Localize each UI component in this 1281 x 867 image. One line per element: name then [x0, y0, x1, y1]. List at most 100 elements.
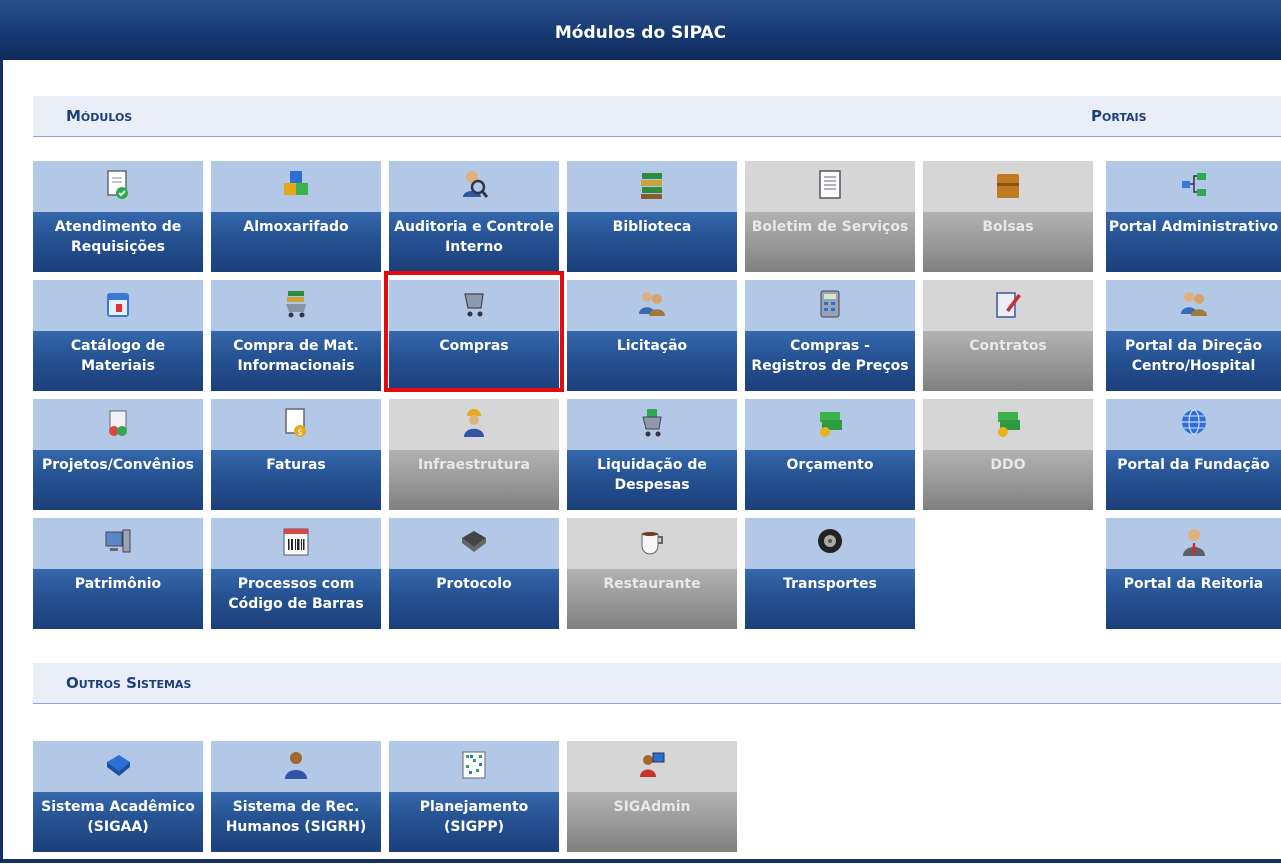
- books-icon: [641, 173, 662, 199]
- system-label: (SIGAA): [87, 819, 149, 835]
- module-label: Registros de Preços: [751, 358, 909, 374]
- module-auditoria[interactable]: Auditoria e Controle Interno: [389, 161, 559, 272]
- module-label: Projetos/Convênios: [41, 457, 195, 473]
- module-catalogo-materiais[interactable]: Catálogo de Materiais: [33, 280, 203, 391]
- module-label: Despesas: [614, 477, 690, 493]
- section-outros-header: Outros Sistemas: [33, 663, 1281, 704]
- module-infraestrutura[interactable]: Infraestrutura: [389, 399, 559, 510]
- module-restaurante[interactable]: Restaurante: [567, 518, 737, 629]
- module-ddo[interactable]: DDO: [923, 399, 1093, 510]
- module-bolsas[interactable]: Bolsas: [923, 161, 1093, 272]
- blocks-icon: [284, 171, 308, 195]
- module-label: Código de Barras: [228, 596, 364, 612]
- module-protocolo[interactable]: Protocolo: [389, 518, 559, 629]
- invoice-icon: $: [285, 408, 306, 438]
- module-label: Informacionais: [237, 358, 355, 374]
- people-icon: [639, 292, 665, 316]
- section-modulos-label: Módulos: [66, 107, 133, 125]
- module-boletim-servicos[interactable]: Boletim de Serviços: [745, 161, 915, 272]
- magnifier-person-icon: [463, 171, 488, 198]
- module-processos-codigo-barras[interactable]: Processos com Código de Barras: [211, 518, 381, 629]
- module-label: Faturas: [266, 457, 326, 473]
- globe-icon: [1181, 409, 1206, 435]
- portal-label: Portal da Direção: [1124, 338, 1263, 354]
- module-faturas[interactable]: $ Faturas: [211, 399, 381, 510]
- module-almoxarifado[interactable]: Almoxarifado: [211, 161, 381, 272]
- module-label: Bolsas: [982, 219, 1034, 235]
- module-label: DDO: [990, 457, 1026, 473]
- folder-icon: [997, 174, 1019, 198]
- system-label: Planejamento: [419, 799, 529, 815]
- module-label: Catálogo de: [70, 338, 166, 354]
- system-sigaa[interactable]: Sistema Acadêmico (SIGAA): [33, 741, 203, 852]
- section-header: Módulos Portais: [33, 96, 1281, 137]
- module-label: Orçamento: [786, 457, 874, 473]
- portal-label: Centro/Hospital: [1131, 358, 1256, 374]
- module-licitacao[interactable]: Licitação: [567, 280, 737, 391]
- book-icon: [462, 531, 486, 552]
- module-label: Compra de Mat.: [233, 338, 359, 354]
- worker-icon: [464, 409, 484, 437]
- portal-direcao-centro-hospital[interactable]: Portal da Direção Centro/Hospital: [1106, 280, 1281, 391]
- module-transportes[interactable]: Transportes: [745, 518, 915, 629]
- portal-label: Portal da Reitoria: [1123, 576, 1264, 592]
- section-outros-label: Outros Sistemas: [66, 674, 192, 692]
- module-liquidacao-despesas[interactable]: Liquidação de Despesas: [567, 399, 737, 510]
- portal-administrativo[interactable]: Portal Administrativo: [1106, 161, 1281, 272]
- document-lines-icon: [819, 170, 841, 199]
- portal-reitoria[interactable]: Portal da Reitoria: [1106, 518, 1281, 629]
- computer-icon: [105, 529, 131, 553]
- portal-fundacao[interactable]: Portal da Fundação: [1106, 399, 1281, 510]
- module-compras-registros-precos[interactable]: Compras - Registros de Preços: [745, 280, 915, 391]
- portal-label: Portal da Fundação: [1117, 457, 1270, 473]
- system-label: Sistema Acadêmico: [41, 799, 195, 815]
- module-projetos-convenios[interactable]: Projetos/Convênios: [33, 399, 203, 510]
- module-atendimento-requisicoes[interactable]: Atendimento de Requisições: [33, 161, 203, 272]
- cart-books-icon: [286, 291, 306, 318]
- module-label: Protocolo: [436, 576, 512, 592]
- module-label: Liquidação de: [597, 457, 707, 473]
- module-orcamento[interactable]: Orçamento: [745, 399, 915, 510]
- document-check-icon: [107, 170, 128, 199]
- system-label: Humanos (SIGRH): [225, 819, 367, 835]
- module-patrimonio[interactable]: Patrimônio: [33, 518, 203, 629]
- page-title: Módulos do SIPAC: [0, 0, 1281, 60]
- module-contratos[interactable]: Contratos: [923, 280, 1093, 391]
- module-label: Requisições: [71, 239, 165, 255]
- money-icon: [820, 412, 842, 437]
- admin-computer-icon: [640, 752, 665, 777]
- barcode-icon: [283, 528, 309, 556]
- module-label: Transportes: [783, 576, 877, 592]
- module-label: Atendimento de: [54, 219, 182, 235]
- module-label: Interno: [445, 239, 503, 255]
- module-label: Contratos: [969, 338, 1047, 354]
- person-icon: [285, 752, 307, 779]
- tire-icon: [818, 529, 842, 553]
- svg-text:$: $: [297, 428, 303, 438]
- module-compra-mat-informacionais[interactable]: Compra de Mat. Informacionais: [211, 280, 381, 391]
- portal-label: Portal Administrativo: [1108, 219, 1279, 235]
- money-icon: [998, 412, 1020, 437]
- module-label: Boletim de Serviços: [751, 219, 909, 235]
- person-tie-icon: [1182, 529, 1205, 556]
- network-icon: [1181, 173, 1206, 196]
- system-label: (SIGPP): [443, 819, 505, 835]
- module-label: Auditoria e Controle: [394, 219, 554, 235]
- system-sigrh[interactable]: Sistema de Rec. Humanos (SIGRH): [211, 741, 381, 852]
- coffee-cup-icon: [641, 532, 663, 555]
- system-sigpp[interactable]: Planejamento (SIGPP): [389, 741, 559, 852]
- module-label: Restaurante: [603, 576, 701, 592]
- module-label: Patrimônio: [74, 576, 162, 592]
- module-biblioteca[interactable]: Biblioteca: [567, 161, 737, 272]
- system-sigadmin[interactable]: SIGAdmin: [567, 741, 737, 852]
- grid-icon: [462, 751, 486, 779]
- calculator-icon: [820, 290, 840, 318]
- module-label: Materiais: [81, 358, 155, 374]
- people-icon: [1180, 292, 1207, 316]
- module-label: Compras: [439, 338, 509, 354]
- module-compras[interactable]: Compras: [389, 280, 559, 391]
- cart-icon: [642, 409, 662, 437]
- module-label: Processos com: [237, 576, 355, 592]
- module-label: Compras -: [790, 338, 870, 354]
- system-label: Sistema de Rec.: [232, 799, 360, 815]
